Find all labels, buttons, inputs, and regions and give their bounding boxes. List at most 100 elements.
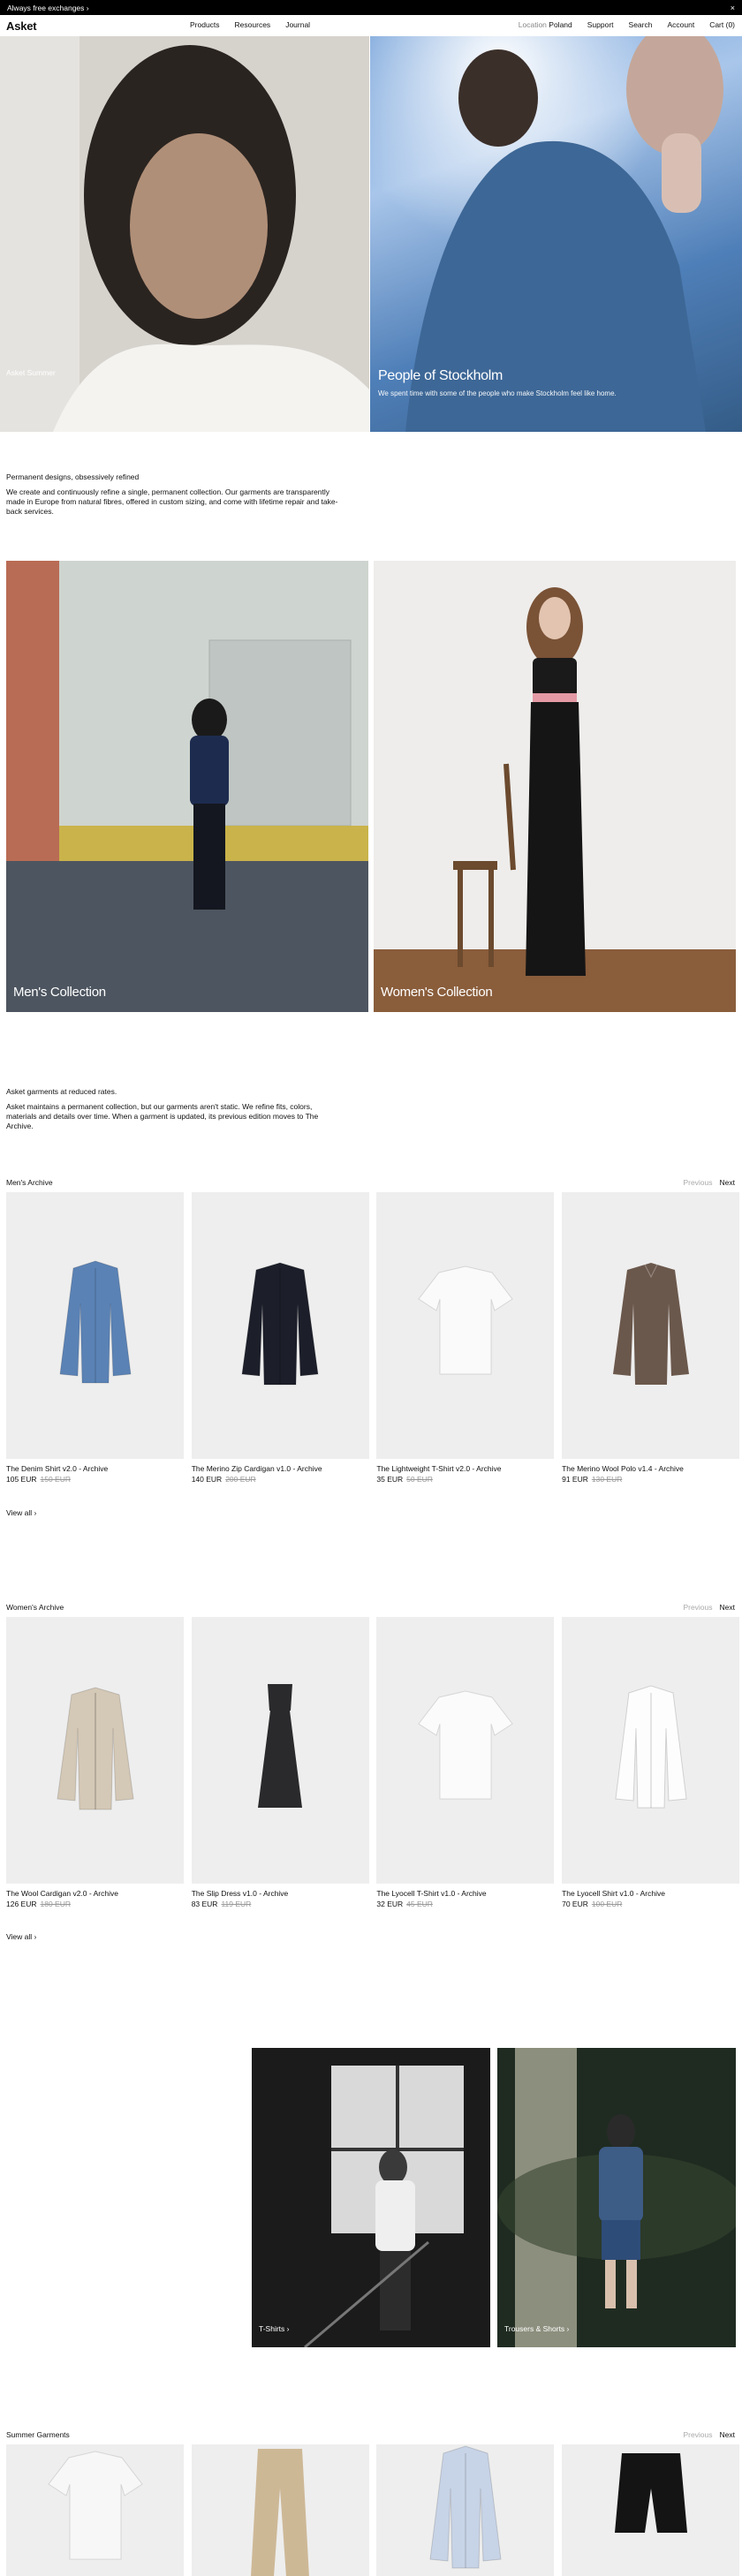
mens-collection-label[interactable]: Men's Collection (13, 985, 106, 1000)
previous-button[interactable]: Previous (683, 1178, 712, 1187)
product-card[interactable]: The Merino Zip Cardigan v1.0 - Archive 14… (191, 1192, 369, 1484)
trousers-promo-label[interactable]: Trousers & Shorts › (504, 2324, 569, 2333)
trousers-promo-illustration (497, 2048, 736, 2347)
shirt-icon (58, 1260, 132, 1384)
next-button[interactable]: Next (720, 1178, 735, 1187)
next-button[interactable]: Next (720, 2430, 735, 2439)
womens-archive-pager: Previous Next (683, 1603, 735, 1612)
product-name[interactable]: The Lightweight T-Shirt v2.0 - Archive (376, 1464, 554, 1473)
location-selector[interactable]: Location Poland (519, 20, 572, 29)
product-card[interactable] (562, 2444, 740, 2576)
product-image[interactable] (191, 1192, 369, 1459)
polo-icon (612, 1263, 689, 1385)
dress-icon (258, 1683, 303, 1808)
womens-collection-tile[interactable]: Women's Collection (374, 561, 736, 1012)
nav-account[interactable]: Account (667, 20, 694, 29)
womens-archive-title: Women's Archive (6, 1603, 64, 1612)
next-button[interactable]: Next (720, 1603, 735, 1612)
sale-price: 70 EUR (562, 1900, 588, 1908)
product-price: 32 EUR 45 EUR (376, 1900, 554, 1908)
cardigan-icon (241, 1262, 319, 1386)
site-header: Asket Products Resources Journal Locatio… (0, 15, 742, 36)
product-name[interactable]: The Denim Shirt v2.0 - Archive (6, 1464, 184, 1473)
hero-summer-image[interactable]: Asket Summer (0, 36, 369, 432)
logo[interactable]: Asket (6, 19, 37, 33)
product-image[interactable] (376, 1617, 555, 1884)
product-name[interactable]: The Lyocell T-Shirt v1.0 - Archive (376, 1889, 554, 1898)
nav-cart[interactable]: Cart (0) (709, 20, 735, 29)
product-name[interactable]: The Slip Dress v1.0 - Archive (192, 1889, 369, 1898)
intro-title: Permanent designs, obsessively refined (6, 472, 140, 481)
nav-resources[interactable]: Resources (235, 20, 271, 29)
archive-intro-title: Asket garments at reduced rates. (6, 1087, 117, 1096)
product-price: 105 EUR 150 EUR (6, 1475, 184, 1484)
product-card[interactable]: The Lyocell Shirt v1.0 - Archive 70 EUR 10… (562, 1617, 740, 1908)
archive-intro-body: Asket maintains a permanent collection, … (6, 1102, 319, 1130)
womens-view-all-link[interactable]: View all › (6, 1932, 36, 1941)
product-name[interactable]: The Merino Wool Polo v1.4 - Archive (562, 1464, 739, 1473)
product-card[interactable]: The Merino Wool Polo v1.4 - Archive 91 EU… (562, 1192, 740, 1484)
product-price: 126 EUR 180 EUR (6, 1900, 184, 1908)
previous-button[interactable]: Previous (683, 1603, 712, 1612)
product-image[interactable] (6, 1617, 184, 1884)
mens-collection-illustration (6, 561, 368, 1012)
product-image[interactable] (376, 2444, 555, 2576)
product-card[interactable] (191, 2444, 369, 2576)
product-card[interactable]: The Slip Dress v1.0 - Archive 83 EUR 119 E… (191, 1617, 369, 1908)
sale-price: 35 EUR (376, 1475, 404, 1484)
product-image[interactable] (6, 1192, 184, 1459)
mens-archive-pager: Previous Next (683, 1178, 735, 1187)
hero-right-text: People of Stockholm We spent time with s… (378, 368, 617, 397)
product-card[interactable] (6, 2444, 184, 2576)
announcement-bar[interactable]: Always free exchanges › × (0, 0, 742, 15)
close-icon[interactable]: × (731, 4, 735, 12)
mens-view-all-link[interactable]: View all › (6, 1508, 36, 1517)
product-image[interactable] (562, 1192, 740, 1459)
product-card[interactable]: The Lightweight T-Shirt v2.0 - Archive 35… (376, 1192, 555, 1484)
tshirt-icon (47, 2450, 143, 2559)
hero-stockholm-image[interactable]: People of Stockholm We spent time with s… (370, 36, 742, 432)
nav-products[interactable]: Products (190, 20, 220, 29)
original-price: 100 EUR (591, 1900, 623, 1908)
trousers-icon (251, 2448, 310, 2576)
hero-right-title[interactable]: People of Stockholm (378, 368, 617, 384)
nav-journal[interactable]: Journal (285, 20, 310, 29)
product-image[interactable] (376, 1192, 555, 1459)
product-card[interactable] (376, 2444, 555, 2576)
nav-support[interactable]: Support (587, 20, 614, 29)
product-name[interactable]: The Wool Cardigan v2.0 - Archive (6, 1889, 184, 1898)
sale-price: 32 EUR (376, 1900, 404, 1908)
tshirt-icon (418, 1265, 513, 1375)
womens-collection-label[interactable]: Women's Collection (381, 985, 493, 1000)
sale-price: 91 EUR (562, 1475, 588, 1484)
tshirts-promo-tile[interactable]: T-Shirts › (252, 2048, 490, 2347)
product-card[interactable]: The Lyocell T-Shirt v1.0 - Archive 32 EUR… (376, 1617, 555, 1908)
product-image[interactable] (191, 2444, 369, 2576)
original-price: 180 EUR (40, 1900, 72, 1908)
product-name[interactable]: The Merino Zip Cardigan v1.0 - Archive (192, 1464, 369, 1473)
product-image[interactable] (562, 1617, 740, 1884)
mens-collection-tile[interactable]: Men's Collection (6, 561, 368, 1012)
tshirts-promo-label[interactable]: T-Shirts › (259, 2324, 289, 2333)
sale-price: 83 EUR (191, 1900, 218, 1908)
shorts-icon (614, 2452, 687, 2533)
hero-left-caption[interactable]: Asket Summer (6, 368, 56, 377)
sale-price: 140 EUR (191, 1475, 223, 1484)
womens-collection-illustration (374, 561, 736, 1012)
summer-garments-pager: Previous Next (683, 2430, 735, 2439)
previous-button[interactable]: Previous (683, 2430, 712, 2439)
product-image[interactable] (6, 2444, 184, 2576)
summer-garments-title: Summer Garments (6, 2430, 70, 2439)
nav-search[interactable]: Search (629, 20, 653, 29)
product-image[interactable] (562, 2444, 740, 2576)
product-card[interactable]: The Denim Shirt v2.0 - Archive 105 EUR 150… (6, 1192, 184, 1484)
announcement-text[interactable]: Always free exchanges › (7, 4, 89, 12)
tshirt-icon (418, 1690, 513, 1800)
mens-archive-title: Men's Archive (6, 1178, 53, 1187)
trousers-promo-tile[interactable]: Trousers & Shorts › (497, 2048, 736, 2347)
product-card[interactable]: The Wool Cardigan v2.0 - Archive 126 EUR 1… (6, 1617, 184, 1908)
product-price: 91 EUR 130 EUR (562, 1475, 739, 1484)
product-image[interactable] (191, 1617, 369, 1884)
product-name[interactable]: The Lyocell Shirt v1.0 - Archive (562, 1889, 739, 1898)
shirt-icon (615, 1685, 687, 1809)
